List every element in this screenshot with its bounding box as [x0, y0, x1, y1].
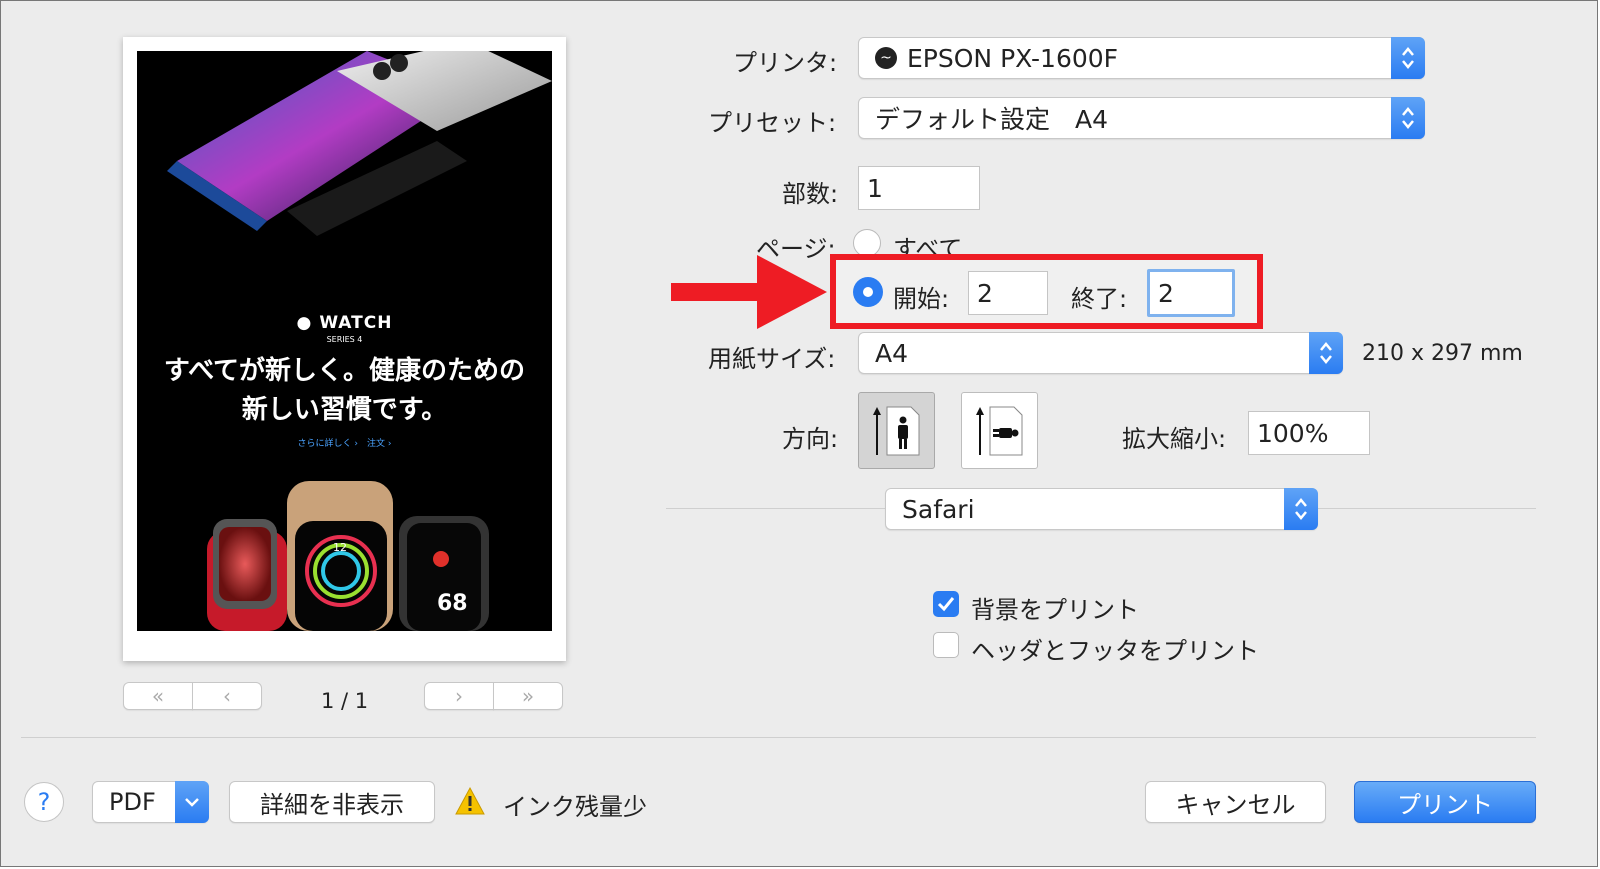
print-backgrounds-checkbox[interactable]	[933, 591, 959, 617]
checkmark-icon	[937, 597, 955, 612]
footer-divider	[21, 737, 1536, 738]
portrait-button[interactable]	[858, 392, 935, 469]
paper-dimensions: 210 x 297 mm	[1362, 341, 1523, 366]
previous-page-button[interactable]: ‹	[192, 682, 262, 710]
hide-details-button[interactable]: 詳細を非表示	[229, 781, 435, 823]
annotation-arrow-icon	[671, 255, 827, 329]
copies-label: 部数:	[782, 180, 839, 208]
preview-image: ● WATCH SERIES 4 すべてが新しく。健康のための 新しい習慣です。…	[137, 51, 552, 631]
copies-field[interactable]: 1	[858, 166, 980, 210]
pages-range-radio[interactable]	[853, 277, 883, 307]
watch-brand: WATCH	[319, 313, 393, 333]
print-headers-label: ヘッダとフッタをプリント	[971, 637, 1259, 665]
preview-headline-2: 新しい習慣です。	[241, 395, 448, 425]
print-backgrounds-label: 背景をプリント	[971, 596, 1139, 624]
scale-label: 拡大縮小:	[1122, 425, 1227, 453]
radio-dot-icon	[863, 287, 873, 297]
app-options-stepper-icon	[1284, 488, 1318, 530]
printer-label: プリンタ:	[733, 49, 838, 77]
preset-popup[interactable]: デフォルト設定 A4	[858, 97, 1425, 139]
warning-icon	[455, 786, 485, 815]
cancel-button[interactable]: キャンセル	[1145, 781, 1326, 823]
preview-page: ● WATCH SERIES 4 すべてが新しく。健康のための 新しい習慣です。…	[123, 37, 566, 661]
app-options-popup[interactable]: Safari	[885, 488, 1318, 530]
watch-series: SERIES 4	[326, 335, 363, 344]
watch-time: 12	[333, 541, 347, 554]
paper-size-label: 用紙サイズ:	[708, 345, 836, 373]
pdf-label: PDF	[109, 788, 156, 816]
pages-from-label: 開始:	[893, 285, 950, 313]
pages-all-radio[interactable]	[853, 229, 881, 257]
preview-headline-1: すべてが新しく。健康のための	[163, 356, 526, 386]
pages-from-field[interactable]: 2	[968, 271, 1048, 315]
printer-value: EPSON PX-1600F	[907, 43, 1119, 73]
printer-stepper-icon	[1391, 37, 1425, 79]
paper-size-stepper-icon	[1309, 332, 1343, 374]
ink-warning-text: インク残量少	[503, 793, 647, 821]
help-button[interactable]: ?	[24, 782, 64, 822]
pages-to-label: 終了:	[1071, 285, 1128, 313]
print-headers-checkbox[interactable]	[933, 632, 959, 658]
first-page-button[interactable]: «	[123, 682, 193, 710]
print-button[interactable]: プリント	[1354, 781, 1536, 823]
paper-size-popup[interactable]: A4	[858, 332, 1343, 374]
portrait-icon	[873, 406, 920, 456]
watch-bpm: 68	[437, 591, 468, 616]
printer-icon: ~	[875, 47, 897, 69]
preset-value: デフォルト設定 A4	[875, 105, 1109, 134]
printer-popup[interactable]: ~ EPSON PX-1600F	[858, 37, 1425, 79]
landscape-icon	[976, 406, 1023, 456]
app-options-value: Safari	[902, 494, 975, 524]
preset-stepper-icon	[1391, 97, 1425, 139]
preset-label: プリセット:	[708, 109, 837, 137]
paper-size-value: A4	[875, 338, 909, 368]
print-dialog: ● WATCH SERIES 4 すべてが新しく。健康のための 新しい習慣です。…	[0, 0, 1598, 867]
orientation-label: 方向:	[782, 425, 839, 453]
apple-logo-icon: ●	[296, 313, 313, 333]
scale-field[interactable]: 100%	[1248, 411, 1370, 455]
preview-links: さらに詳しく › 注文 ›	[297, 439, 392, 449]
last-page-button[interactable]: »	[493, 682, 563, 710]
help-icon: ?	[37, 788, 51, 816]
landscape-button[interactable]	[961, 392, 1038, 469]
chevron-down-icon	[175, 781, 209, 823]
page-indicator: 1 / 1	[321, 689, 369, 713]
next-page-button[interactable]: ›	[424, 682, 494, 710]
pdf-menu-button[interactable]: PDF	[92, 781, 209, 823]
pages-to-field[interactable]: 2	[1147, 269, 1235, 317]
